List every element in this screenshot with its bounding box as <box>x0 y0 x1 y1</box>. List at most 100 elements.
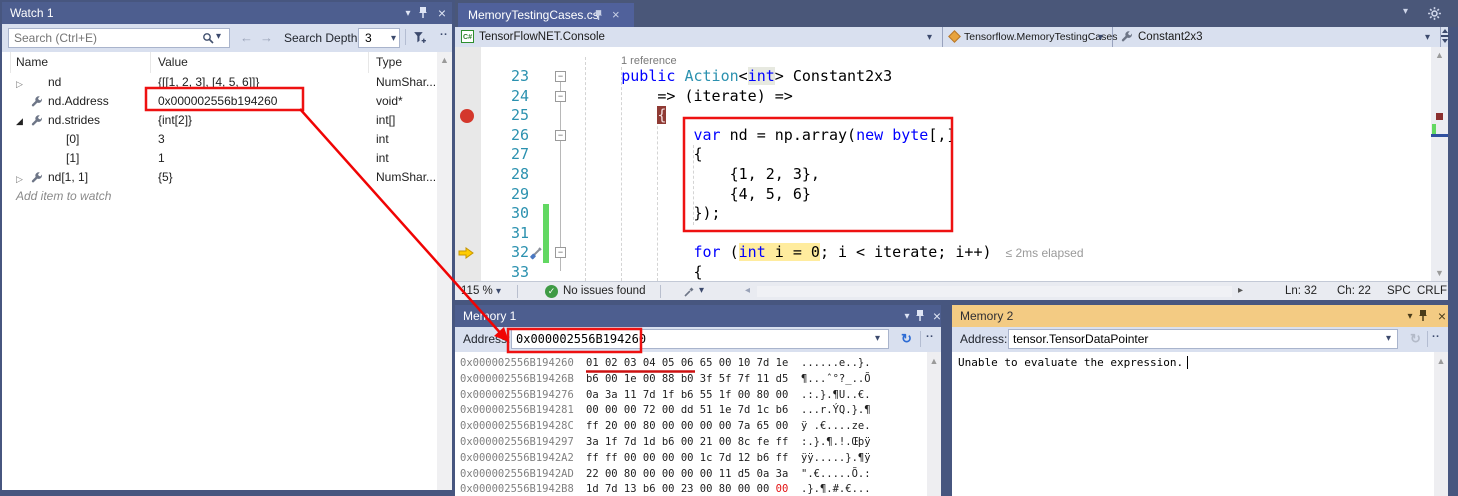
close-icon[interactable]: × <box>929 305 941 327</box>
watch-row[interactable]: [0]3int <box>2 130 437 149</box>
breakpoint-icon[interactable] <box>460 109 474 123</box>
code-line[interactable]: {4, 5, 6} <box>549 185 811 205</box>
document-list-chevron-icon[interactable]: ▾ <box>1403 6 1408 17</box>
address-label: Address: <box>463 332 510 346</box>
breakpoint-margin[interactable] <box>455 47 481 281</box>
refresh-icon[interactable]: ↻ <box>1410 331 1421 347</box>
toolbar-overflow-icon[interactable]: .. <box>1432 328 1440 340</box>
close-icon[interactable]: × <box>1434 305 1448 327</box>
row-expander-icon[interactable]: ◢ <box>16 112 23 131</box>
code-line[interactable]: var nd = np.array(new byte[,] <box>549 126 955 146</box>
code-line[interactable]: public Action<int> Constant2x3 <box>549 67 892 87</box>
code-line[interactable]: }); <box>549 204 721 224</box>
property-icon <box>48 133 61 146</box>
column-header-value[interactable]: Value <box>158 52 188 73</box>
memory1-title-bar[interactable]: Memory 1 ▾ × <box>455 305 941 327</box>
editor-vertical-scrollbar[interactable]: ▲ ▼ <box>1431 47 1448 281</box>
search-depth-value: 3 <box>365 31 372 45</box>
column-header-type[interactable]: Type <box>376 52 402 73</box>
hex-row[interactable]: 0x000002556B1942973a 1f 7d 1d b6 00 21 0… <box>455 435 927 451</box>
watch-row[interactable]: ◢nd.strides{int[2]}int[] <box>2 111 437 130</box>
gear-icon[interactable] <box>1427 6 1442 21</box>
document-tab-strip: MemoryTestingCases.cs × ▾ <box>455 0 1458 27</box>
watch-title-bar[interactable]: Watch 1 ▾ × <box>2 2 452 24</box>
filter-pin-icon[interactable] <box>412 30 427 45</box>
close-icon[interactable]: × <box>612 3 620 27</box>
code-editor[interactable]: 1 reference 23−24−2526−272829303132−33 p… <box>455 47 1448 281</box>
member-dropdown[interactable]: Constant2x3 ▾ <box>1112 27 1441 47</box>
code-line[interactable]: {1, 2, 3}, <box>549 165 820 185</box>
document-tab[interactable]: MemoryTestingCases.cs × <box>458 3 634 27</box>
code-token: [,] <box>928 126 955 144</box>
pin-icon[interactable] <box>594 9 603 22</box>
issues-check-icon[interactable]: ✓ <box>545 285 558 298</box>
watch-row[interactable]: [1]1int <box>2 149 437 168</box>
window-position-icon[interactable]: ▾ <box>400 2 416 24</box>
memory2-address-input[interactable] <box>1008 329 1398 349</box>
search-input[interactable] <box>8 28 230 48</box>
scroll-up-icon[interactable]: ▲ <box>1431 50 1448 60</box>
search-options-chevron-icon[interactable]: ▾ <box>216 31 221 42</box>
hex-row[interactable]: 0x000002556B1942B81d 7d 13 b6 00 23 00 8… <box>455 482 927 496</box>
code-lens-references[interactable]: 1 reference <box>621 55 677 67</box>
window-position-icon[interactable]: ▾ <box>899 305 915 327</box>
chevron-down-icon[interactable]: ▾ <box>699 282 704 300</box>
search-depth-select[interactable]: 3 ▾ <box>358 28 400 48</box>
back-arrow-icon[interactable]: ← <box>240 30 253 45</box>
chevron-down-icon[interactable]: ▾ <box>875 333 880 344</box>
window-position-icon[interactable]: ▾ <box>1402 305 1418 327</box>
hex-row[interactable]: 0x000002556B1942760a 3a 11 7d 1f b6 55 1… <box>455 388 927 404</box>
hex-row[interactable]: 0x000002556B19428100 00 00 72 00 dd 51 1… <box>455 403 927 419</box>
hex-row[interactable]: 0x000002556B19426Bb6 00 1e 00 88 b0 3f 5… <box>455 372 927 388</box>
code-line[interactable]: { <box>549 263 703 281</box>
edit-screwdriver-icon[interactable] <box>529 246 543 260</box>
split-editor-control[interactable] <box>1440 27 1448 47</box>
hex-row[interactable]: 0x000002556B19426001 02 03 04 05 06 65 0… <box>455 356 927 372</box>
refresh-icon[interactable]: ↻ <box>901 331 912 347</box>
scroll-up-icon[interactable]: ▲ <box>437 55 452 65</box>
hex-row[interactable]: 0x000002556B1942AD22 00 80 00 00 00 00 1… <box>455 467 927 483</box>
chevron-down-icon[interactable]: ▾ <box>1386 333 1391 344</box>
scroll-left-icon[interactable]: ◂ <box>745 282 750 300</box>
code-token <box>549 67 621 85</box>
watch-scrollbar[interactable]: ▲ <box>437 52 452 490</box>
code-line[interactable]: { <box>549 145 703 165</box>
horizontal-scrollbar-track[interactable] <box>757 286 1232 297</box>
memory2-title-bar[interactable]: Memory 2 ▾ × <box>952 305 1448 327</box>
vs-debug-workspace: Watch 1 ▾ × ▾ ← → Search Depth: 3 ▾ <box>0 0 1458 496</box>
watch-row[interactable]: ▷nd[1, 1]{5}NumShar... <box>2 168 437 187</box>
code-token: { <box>549 145 703 163</box>
code-token: var <box>694 126 721 144</box>
scroll-up-icon[interactable]: ▲ <box>1434 356 1448 366</box>
watch-add-item-row[interactable]: Add item to watch <box>2 187 437 206</box>
code-line[interactable]: => (iterate) => <box>549 87 793 107</box>
watch-row[interactable]: ▷nd{[[1, 2, 3], [4, 5, 6]]}NumShar... <box>2 73 437 92</box>
issues-status[interactable]: No issues found <box>563 282 645 300</box>
search-icon[interactable] <box>202 32 214 44</box>
scroll-up-icon[interactable]: ▲ <box>927 356 941 366</box>
watch-row[interactable]: nd.Address0x000002556b194260void* <box>2 92 437 111</box>
memory2-scrollbar[interactable]: ▲ <box>1434 352 1448 496</box>
type-dropdown[interactable]: Tensorflow.MemoryTestingCases ▾ <box>942 27 1113 47</box>
column-header-name[interactable]: Name <box>16 52 48 73</box>
status-line-ending-toggle[interactable]: CRLF <box>1417 282 1447 300</box>
forward-arrow-icon[interactable]: → <box>260 30 273 45</box>
memory1-address-input[interactable] <box>511 329 889 349</box>
memory1-scrollbar[interactable]: ▲ <box>927 352 941 496</box>
project-dropdown[interactable]: C# TensorFlowNET.Console ▾ <box>455 27 943 47</box>
hex-row[interactable]: 0x000002556B19428Cff 20 00 80 00 00 00 0… <box>455 419 927 435</box>
memory1-hex-dump[interactable]: 0x000002556B19426001 02 03 04 05 06 65 0… <box>455 352 927 496</box>
toolbar-overflow-icon[interactable]: .. <box>926 328 934 340</box>
chevron-down-icon: ▾ <box>496 286 501 297</box>
zoom-level-select[interactable]: 115 % ▾ <box>461 282 501 301</box>
hex-row[interactable]: 0x000002556B1942A2ff ff 00 00 00 00 1c 7… <box>455 451 927 467</box>
scroll-right-icon[interactable]: ▸ <box>1238 282 1243 300</box>
status-spaces-toggle[interactable]: SPC <box>1387 282 1411 300</box>
scroll-down-icon[interactable]: ▼ <box>1431 268 1448 278</box>
code-line[interactable]: for (int i = 0; i < iterate; i++)≤ 2ms e… <box>549 243 1084 264</box>
watch-toolbar: ▾ ← → Search Depth: 3 ▾ .. <box>2 24 452 52</box>
code-cleanup-icon[interactable] <box>683 285 696 298</box>
toolbar-overflow-icon[interactable]: .. <box>440 26 448 38</box>
code-line[interactable]: { <box>549 106 666 126</box>
close-icon[interactable]: × <box>434 2 450 24</box>
